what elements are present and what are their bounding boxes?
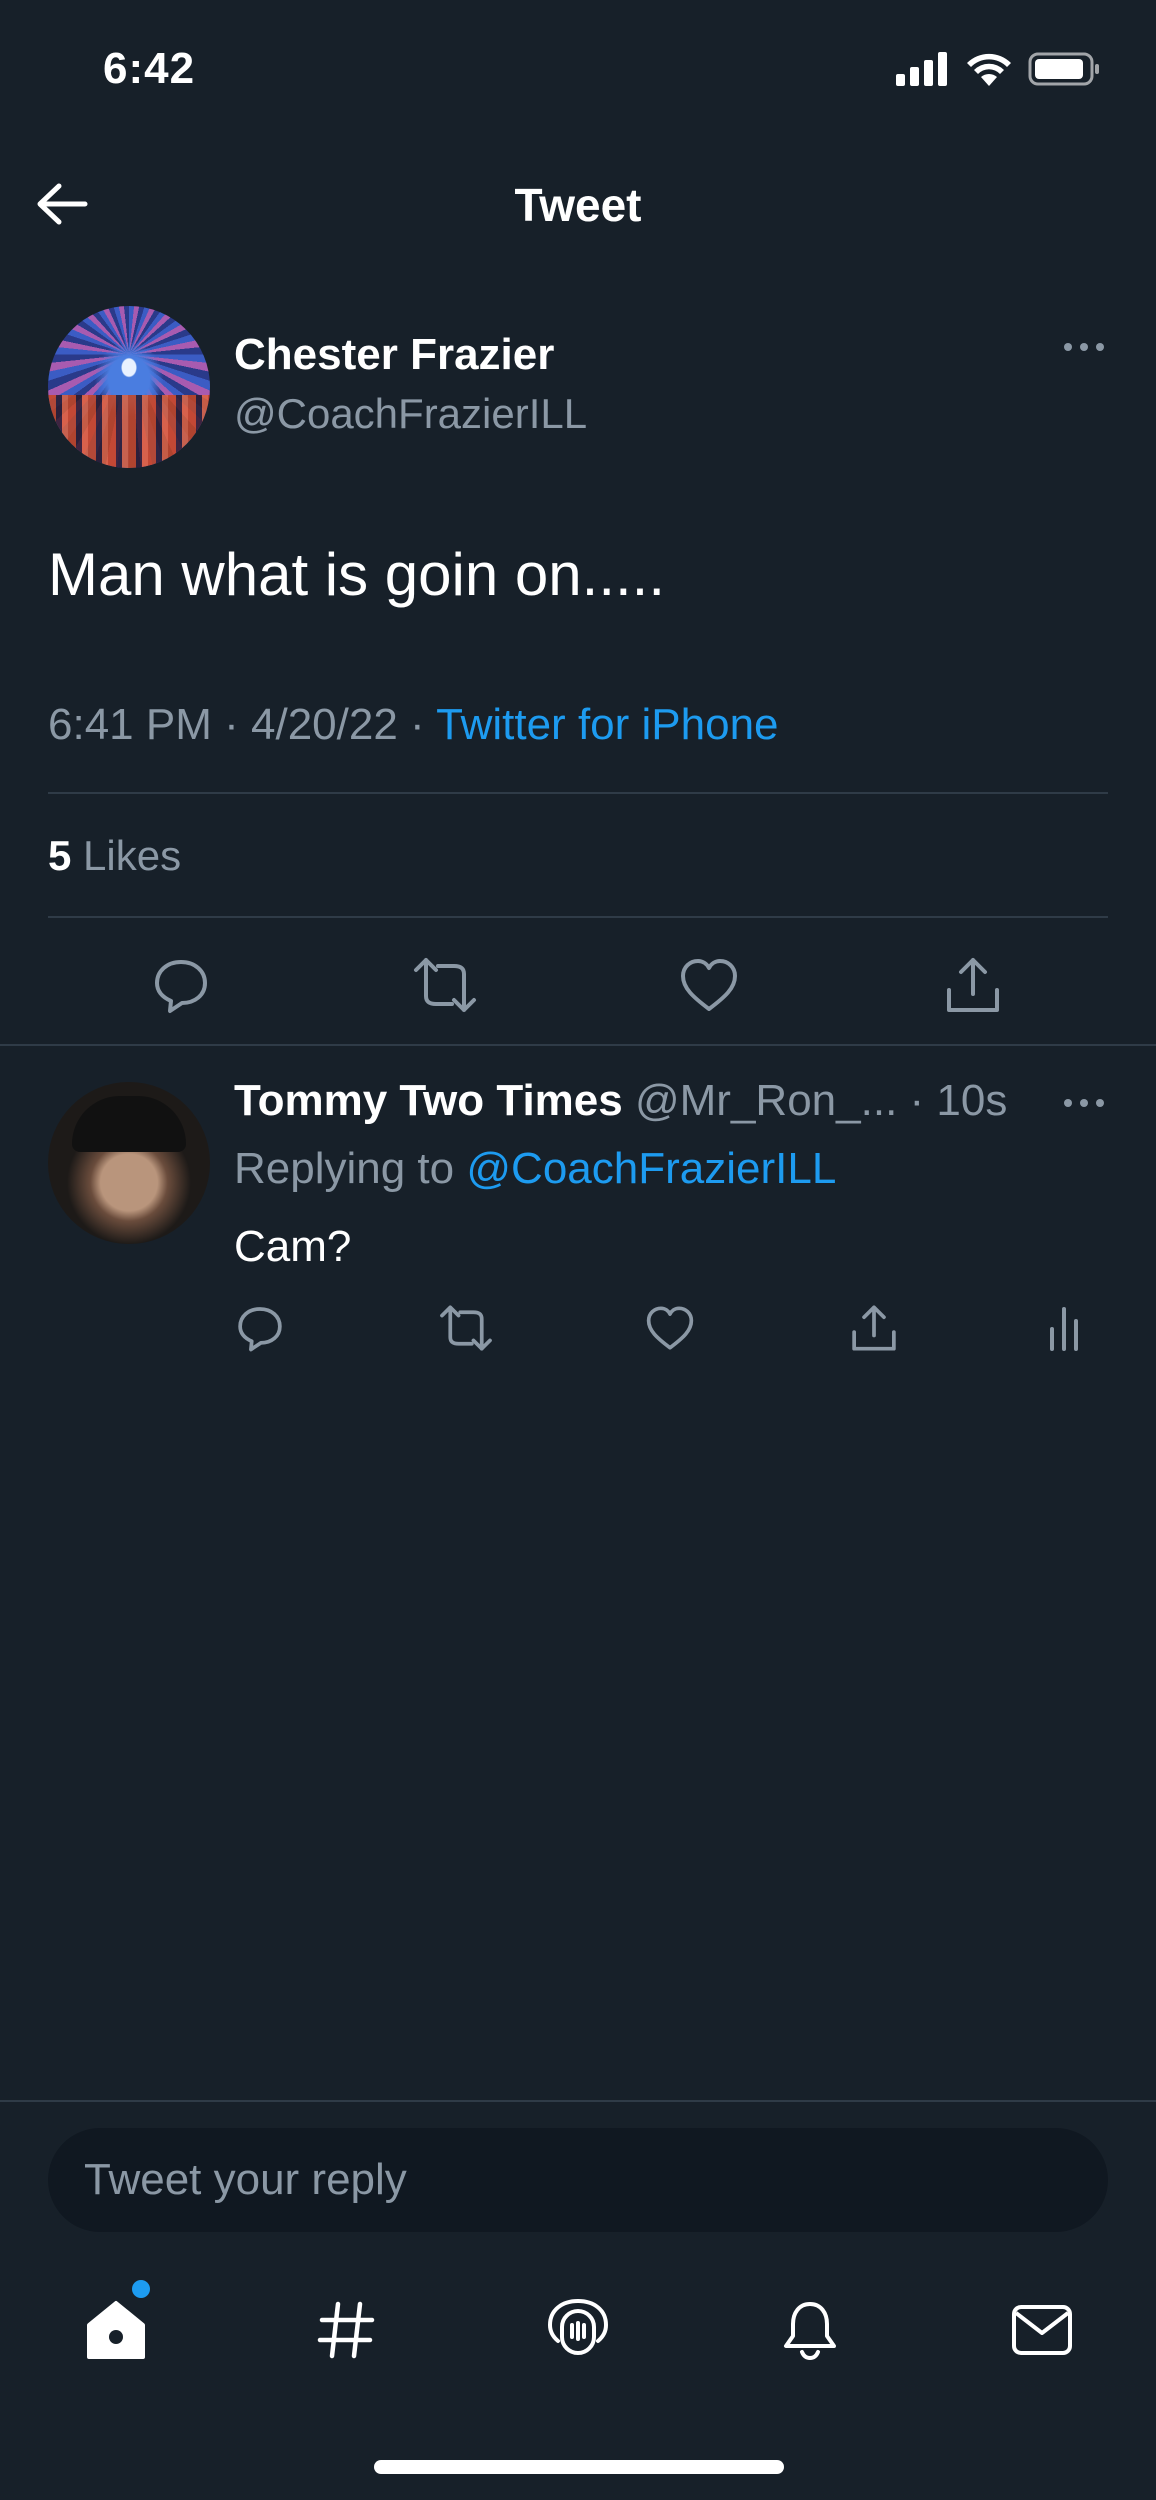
reply-share-button[interactable] [844, 1298, 904, 1358]
status-time: 6:42 [103, 44, 196, 93]
replying-to: Replying to @CoachFrazierILL [234, 1144, 836, 1194]
tweet-source-link[interactable]: Twitter for iPhone [436, 700, 778, 749]
reply-action-bar [0, 1298, 1156, 1358]
notifications-icon [784, 2302, 836, 2361]
more-horizontal-icon [1064, 343, 1104, 351]
signal-icon [896, 52, 947, 86]
tab-explore[interactable] [306, 2290, 386, 2370]
explore-icon [317, 2301, 375, 2359]
reply-text: Cam? [234, 1222, 352, 1271]
spaces-icon [547, 2298, 609, 2355]
home-indicator [374, 2460, 784, 2474]
likes-label: Likes [83, 832, 182, 879]
meta-separator: · [410, 700, 425, 749]
share-icon [947, 958, 999, 1012]
share-button[interactable] [938, 950, 1008, 1020]
battery-icon [1028, 52, 1099, 86]
reply-header: Tommy Two Times @Mr_Ron_... · 10s [234, 1076, 1007, 1126]
tweet-text: Man what is goin on..... [48, 541, 665, 608]
divider [0, 1044, 1156, 1046]
reply-button[interactable] [146, 950, 216, 1020]
replying-mention-link[interactable]: @CoachFrazierILL [466, 1144, 836, 1193]
reply-time: · 10s [909, 1076, 1008, 1125]
reply-analytics-button[interactable] [1034, 1298, 1094, 1358]
reply-reply-button[interactable] [230, 1298, 290, 1358]
status-icons [896, 52, 1100, 86]
divider [0, 2100, 1156, 2102]
reply-retweet-button[interactable] [436, 1298, 496, 1358]
tweet-more-button[interactable] [1062, 340, 1106, 358]
wifi-icon [967, 53, 1011, 86]
tweet-time: 6:41 PM [48, 700, 212, 749]
retweet-button[interactable] [410, 950, 480, 1020]
more-horizontal-icon [1064, 1099, 1104, 1107]
header: Tweet [0, 160, 1156, 250]
retweet-icon [414, 958, 476, 1012]
tab-messages[interactable] [1002, 2290, 1082, 2370]
reply-author-name[interactable]: Tommy Two Times [234, 1076, 623, 1125]
tweet-detail-screen: 6:42 Tweet Chester Frazier @CoachFrazier… [0, 0, 1156, 2500]
reply-author-avatar[interactable] [48, 1082, 210, 1244]
meta-separator: · [224, 700, 239, 749]
tab-bar [0, 2280, 1156, 2380]
share-icon [852, 1305, 896, 1351]
retweet-icon [440, 1305, 492, 1351]
messages-icon [1012, 2305, 1072, 2355]
page-title: Tweet [514, 179, 642, 231]
author-handle[interactable]: @CoachFrazierILL [234, 390, 587, 438]
reply-input[interactable] [48, 2128, 1108, 2232]
reply-more-button[interactable] [1062, 1096, 1106, 1114]
likes-count: 5 [48, 832, 72, 879]
author-avatar[interactable] [48, 306, 210, 468]
reply-like-button[interactable] [640, 1298, 700, 1358]
tweet-date: 4/20/22 [251, 700, 398, 749]
replying-prefix: Replying to [234, 1144, 455, 1193]
likes-summary[interactable]: 5 Likes [48, 832, 181, 880]
new-content-dot [132, 2280, 150, 2298]
reply-author-handle[interactable]: @Mr_Ron_... [635, 1076, 897, 1125]
tab-spaces[interactable] [538, 2290, 618, 2370]
divider [48, 792, 1108, 794]
tweet-action-bar [0, 950, 1156, 1020]
reply-icon [238, 1307, 282, 1352]
like-icon [646, 1306, 694, 1350]
tab-notifications[interactable] [770, 2290, 850, 2370]
like-button[interactable] [674, 950, 744, 1020]
like-icon [681, 959, 737, 1011]
divider [48, 916, 1108, 918]
tweet-meta: 6:41 PM · 4/20/22 · Twitter for iPhone [48, 700, 779, 750]
home-icon [87, 2301, 145, 2359]
author-name[interactable]: Chester Frazier [234, 330, 554, 380]
reply-icon [155, 960, 207, 1013]
tab-home[interactable] [76, 2290, 156, 2370]
analytics-icon [1050, 1307, 1078, 1351]
